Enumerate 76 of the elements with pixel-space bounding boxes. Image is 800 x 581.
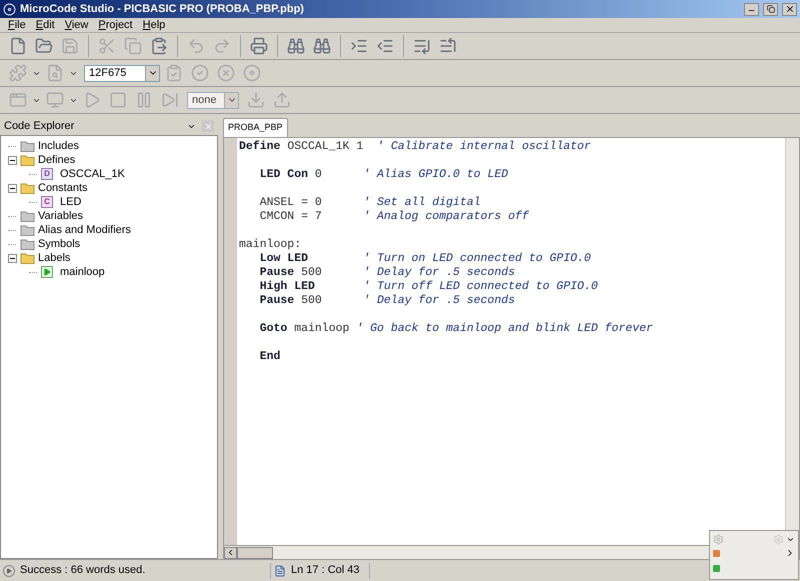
tree-item[interactable]: Defines	[38, 152, 76, 168]
menu-item[interactable]: Edit	[36, 16, 55, 34]
code-keyword: End	[260, 350, 280, 364]
code-text: mainloop	[294, 322, 350, 336]
collapse-toggle[interactable]	[8, 184, 16, 192]
build-status-icon	[713, 550, 720, 556]
tree-item[interactable]: Constants	[38, 180, 88, 196]
gear-icon	[713, 534, 724, 545]
scroll-left-button[interactable]	[224, 546, 237, 558]
tree-item[interactable]: Variables	[38, 208, 84, 224]
folder-icon	[20, 154, 35, 166]
code-keyword: LED Con	[260, 168, 308, 182]
minimize-button[interactable]	[744, 2, 759, 16]
code-comment: ' Set all digital	[363, 196, 481, 210]
code-text: 500	[301, 294, 322, 308]
code-comment: ' Analog comparators off	[363, 210, 529, 224]
document-icon	[274, 564, 286, 576]
code-comment: ' Calibrate internal oscillator	[377, 140, 591, 154]
menu-item[interactable]: View	[64, 16, 88, 34]
code-comment: ' Delay for .5 seconds	[363, 266, 516, 280]
code-keyword: Define	[239, 140, 280, 154]
code-text: CMCON = 7	[260, 210, 322, 224]
tree-item[interactable]: OSCCAL_1K	[57, 166, 125, 182]
tree-item[interactable]: mainloop	[57, 264, 105, 280]
tree-item[interactable]: Alias and Modifiers	[38, 222, 131, 238]
code-comment: ' Go back to mainloop and blink LED forever	[356, 322, 654, 336]
close-icon	[784, 4, 794, 14]
device-select[interactable]: 12F675	[84, 64, 160, 82]
close-button[interactable]	[782, 2, 797, 16]
code-text: mainloop:	[239, 238, 302, 252]
code-keyword: Pause	[260, 294, 294, 308]
collapse-toggle[interactable]	[8, 156, 16, 164]
menu-item[interactable]: Project	[98, 16, 133, 34]
folder-icon	[20, 238, 35, 250]
status-led-icon	[713, 565, 720, 572]
port-select[interactable]: none	[187, 92, 239, 108]
tree-item[interactable]: LED	[57, 194, 82, 210]
scrollbar-thumb[interactable]	[237, 546, 273, 558]
folder-icon	[20, 210, 35, 222]
code-keyword: High LED	[260, 280, 315, 294]
editor-tab[interactable]: PROBA_PBP	[223, 118, 288, 137]
label-icon	[41, 266, 53, 278]
app-icon	[3, 2, 16, 16]
constant-icon: C	[41, 196, 53, 208]
restore-icon	[766, 5, 774, 13]
cursor-position: Ln 17 : Col 43	[291, 563, 360, 578]
folder-icon	[20, 140, 35, 152]
panel-title: Code Explorer	[4, 118, 76, 134]
code-keyword: Pause	[260, 266, 294, 280]
collapse-toggle[interactable]	[8, 254, 16, 262]
scrollbar-track[interactable]	[785, 138, 799, 530]
tree-item[interactable]: Labels	[38, 250, 70, 266]
code-keyword: Goto	[260, 322, 288, 336]
gear-icon	[773, 534, 784, 545]
window-title: MicroCode Studio - PICBASIC PRO (PROBA_PBP.pbp)	[20, 2, 305, 17]
folder-icon	[20, 252, 35, 264]
code-text: 0	[314, 168, 322, 182]
close-icon	[204, 122, 212, 130]
menu-item[interactable]: Help	[142, 16, 166, 34]
code-keyword: Low LED	[260, 252, 308, 266]
code-comment: ' Turn off LED connected to GPIO.0	[363, 280, 598, 294]
status-message: Success : 66 words used.	[20, 563, 146, 578]
code-text: ANSEL = 0	[260, 196, 322, 210]
code-text: 500	[301, 266, 322, 280]
define-icon: D	[41, 168, 53, 180]
folder-icon	[20, 182, 35, 194]
code-comment: ' Alias GPIO.0 to LED	[363, 168, 508, 182]
restore-button[interactable]	[763, 2, 778, 16]
folder-icon	[20, 224, 35, 236]
code-comment: ' Turn on LED connected to GPIO.0	[363, 252, 591, 266]
tree-item[interactable]: Includes	[38, 138, 79, 154]
code-comment: ' Delay for .5 seconds	[363, 294, 516, 308]
tree-item[interactable]: Symbols	[38, 236, 80, 252]
menu-item[interactable]: File	[8, 16, 26, 34]
status-icon	[3, 564, 15, 576]
code-text: OSCCAL_1K 1	[287, 140, 364, 154]
